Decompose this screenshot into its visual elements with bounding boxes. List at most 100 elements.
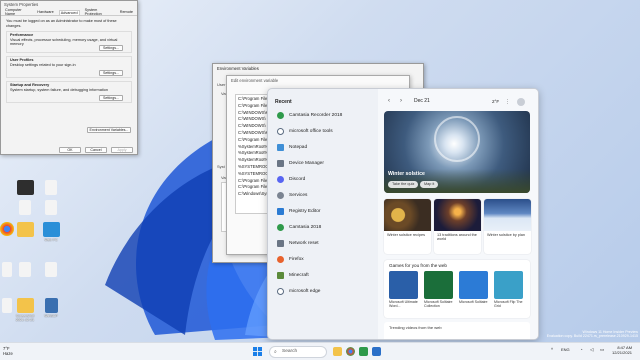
evaluation-watermark: Windows 11 Home Insider Preview Evaluati…	[540, 330, 638, 339]
recent-item[interactable]: Network reset	[277, 239, 319, 248]
map-it-button[interactable]: Map it	[420, 181, 439, 188]
camtasia-icon	[277, 224, 284, 231]
apply-button[interactable]: Apply	[111, 147, 133, 153]
lanterns-image	[434, 199, 481, 231]
desktop-icon[interactable]	[12, 180, 38, 196]
device-manager-icon	[277, 160, 284, 167]
chevron-up-icon[interactable]: ^	[551, 347, 553, 352]
user-profiles-desc: Desktop settings related to your sign-in	[10, 62, 76, 67]
flip-the-grid-tile[interactable]	[494, 271, 523, 299]
search-placeholder: Search	[282, 349, 298, 354]
tab-computer-name[interactable]: Computer Name	[4, 8, 32, 16]
weather-desc: Haze	[3, 351, 13, 356]
hero-title: Winter solstice	[388, 171, 425, 177]
games-header: Games for you from the web	[389, 263, 447, 268]
solitaire-collection-tile[interactable]	[424, 271, 453, 299]
widgets-panel: ‹ › Dec 21 2°F ⋮ Winter solstice Take th…	[378, 89, 538, 339]
winscp-icon[interactable]: WinSCP	[38, 298, 64, 318]
recent-item-label: Minecraft	[289, 273, 309, 278]
more-options-icon[interactable]: ⋮	[505, 99, 510, 105]
recent-item[interactable]: Camtasia 2018	[277, 223, 321, 232]
desktop-icon[interactable]	[12, 200, 38, 216]
performance-settings-button[interactable]: Settings...	[99, 45, 123, 52]
startup-settings-button[interactable]: Settings...	[99, 95, 123, 102]
take-quiz-button[interactable]: Take the quiz	[388, 181, 419, 188]
recent-item[interactable]: microsoft office tools	[277, 127, 333, 136]
tab-bar: Computer Name Hardware Advanced System P…	[1, 8, 137, 16]
recent-item[interactable]: Minecraft	[277, 271, 309, 280]
news-card[interactable]: 13 traditions around the world	[434, 199, 481, 254]
volume-icon[interactable]: ◁	[590, 347, 593, 353]
window-title: Edit environment variable	[231, 78, 279, 83]
solitaire-tile[interactable]	[459, 271, 488, 299]
ultimate-word-tile[interactable]	[389, 271, 418, 299]
recent-item[interactable]: Services	[277, 191, 307, 200]
app-icon[interactable]	[372, 347, 381, 356]
desktop-icon[interactable]	[38, 180, 64, 196]
chevron-left-icon[interactable]: ‹	[388, 98, 390, 104]
recent-item[interactable]: Firefox	[277, 255, 304, 264]
recent-item-label: Firefox	[289, 257, 304, 262]
admin-note: You must be logged on as an Administrato…	[6, 19, 117, 28]
weather-widget[interactable]: 7°F Haze	[3, 346, 13, 356]
recent-item[interactable]: Device Manager	[277, 159, 324, 168]
recent-item-label: Device Manager	[289, 161, 324, 166]
window-title: Environment Variables	[217, 66, 259, 71]
gear-icon	[277, 192, 284, 199]
startup-recovery-desc: System startup, system failure, and debu…	[10, 87, 108, 92]
watermark-line: Evaluation copy. Build 22471.rs_prerelea…	[546, 334, 638, 339]
registry-editor-icon	[277, 208, 284, 215]
windows-start-icon[interactable]	[253, 347, 262, 356]
recent-item-label: Registry Editor	[289, 209, 321, 214]
user-variables-label: User	[217, 82, 226, 87]
startup-recovery-group: Startup and Recovery System startup, sys…	[6, 81, 132, 104]
recent-header: Recent	[275, 99, 292, 105]
clock-date: 12/21/2021	[612, 350, 633, 356]
weather-temp[interactable]: 2°F	[492, 99, 499, 104]
performance-group: Performance Visual effects, processor sc…	[6, 31, 132, 54]
desktop-icon[interactable]	[38, 200, 64, 216]
ok-button[interactable]: OK	[59, 147, 81, 153]
news-card[interactable]: Winter solstice by plan	[484, 199, 531, 254]
network-icon	[277, 240, 284, 247]
chrome-icon[interactable]	[346, 347, 355, 356]
recent-item[interactable]: Registry Editor	[277, 207, 320, 216]
environment-variables-button[interactable]: Environment Variables...	[87, 127, 131, 133]
desktop-icon[interactable]	[12, 262, 38, 278]
games-card: Games for you from the web Microsoft Ult…	[384, 260, 530, 318]
camtasia-icon[interactable]	[359, 347, 368, 356]
recent-item-label: Network reset	[289, 241, 319, 246]
tab-remote[interactable]: Remote	[119, 10, 134, 14]
battery-icon[interactable]: ▭	[600, 347, 604, 353]
file-explorer-icon[interactable]	[333, 347, 342, 356]
folder-icon[interactable]	[12, 222, 38, 238]
cancel-button[interactable]: Cancel	[85, 147, 107, 153]
clock[interactable]: 8:47 AM 12/21/2021	[612, 345, 632, 355]
recent-item[interactable]: Discord	[277, 175, 305, 184]
hero-card[interactable]: Winter solstice Take the quiz Map it	[384, 111, 530, 193]
screenshot-folder-icon[interactable]: Screenshot 2021-12-21	[12, 298, 38, 322]
recent-item[interactable]: Notepad	[277, 143, 307, 152]
game-title: Microsoft Ultimate Word...	[389, 300, 418, 309]
tab-advanced[interactable]: Advanced	[58, 9, 80, 15]
monitor-icon[interactable]: Web PC	[38, 222, 64, 242]
language-indicator[interactable]: ENG	[561, 347, 570, 352]
discord-icon	[277, 176, 284, 183]
card-title: Winter solstice by plan	[487, 233, 525, 237]
news-card[interactable]: Winter solstice recipes	[384, 199, 431, 254]
game-title: Microsoft Flip The Grid	[494, 300, 523, 309]
trending-videos[interactable]: Trending videos from the web	[384, 322, 530, 339]
desktop-icon[interactable]	[38, 262, 64, 278]
user-profiles-settings-button[interactable]: Settings...	[99, 70, 123, 77]
tab-hardware[interactable]: Hardware	[36, 10, 54, 14]
recent-item[interactable]: Camtasia Recorder 2018	[277, 111, 342, 120]
game-title: Microsoft Solitaire	[459, 300, 488, 304]
wifi-icon[interactable]: ◔	[580, 347, 583, 352]
chevron-right-icon[interactable]: ›	[400, 98, 402, 104]
taskbar-search[interactable]: ⌕ Search	[269, 346, 327, 358]
search-icon	[277, 288, 284, 295]
settings-icon[interactable]	[517, 98, 525, 106]
user-profiles-group: User Profiles Desktop settings related t…	[6, 56, 132, 79]
recent-item[interactable]: microsoft edge	[277, 287, 320, 296]
tab-system-protection[interactable]: System Protection	[84, 8, 115, 16]
